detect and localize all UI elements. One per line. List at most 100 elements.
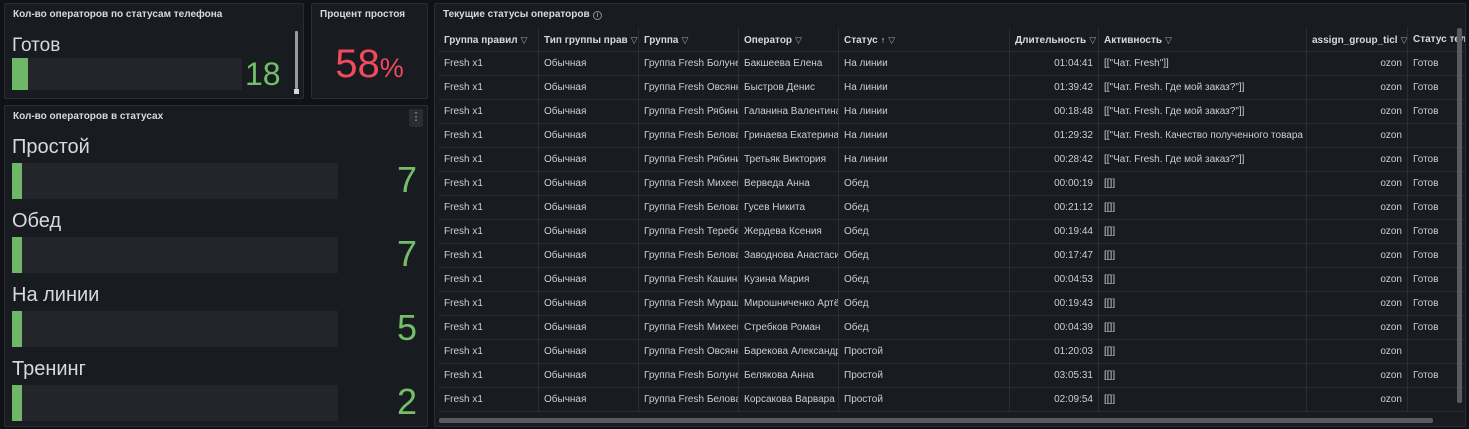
cell-operator: Верведа Анна (739, 172, 839, 196)
cell-rule-group: Fresh x1 (439, 124, 539, 148)
filter-icon[interactable]: ▽ (1089, 28, 1096, 52)
cell-status: Обед (839, 244, 1010, 268)
cell-rule-group: Fresh x1 (439, 292, 539, 316)
cell-operator: Третьяк Виктория (739, 148, 839, 172)
cell-group: Группа Fresh Михеев (639, 316, 739, 340)
info-icon[interactable]: i (593, 11, 602, 20)
table-row[interactable]: Fresh x1 Обычная Группа Fresh Рябини Галани… (439, 100, 1465, 124)
bar-fill (12, 58, 29, 90)
table-row[interactable]: Fresh x1 Обычная Группа Fresh Мураш Мирошни… (439, 292, 1465, 316)
filter-icon[interactable]: ▽ (631, 28, 638, 52)
cell-duration: 01:04:41 (1010, 52, 1099, 76)
phone-status-panel: Кол-во операторов по статусам телефона Г… (4, 3, 304, 99)
cell-group: Группа Fresh Болуне (639, 52, 739, 76)
table-header-row: Группа правил ▽ Тип группы прав ▽ Группа ▽ Опе… (439, 28, 1465, 52)
bar-fill (12, 311, 22, 347)
scrollbar[interactable] (295, 31, 298, 89)
cell-duration: 01:39:42 (1010, 76, 1099, 100)
bar-track (12, 58, 242, 90)
cell-status: На линии (839, 124, 1010, 148)
filter-icon[interactable]: ▽ (888, 28, 895, 52)
table-row[interactable]: Fresh x1 Обычная Группа Fresh Овсянн Быстро… (439, 76, 1465, 100)
cell-assign-group: ozon (1307, 364, 1408, 388)
cell-duration: 00:04:39 (1010, 316, 1099, 340)
column-header-group-type[interactable]: Тип группы прав ▽ (539, 28, 639, 52)
status-count-panel: Кол-во операторов в статусах ⋮ Простой 7 О… (4, 105, 428, 427)
column-header-assign-group[interactable]: assign_group_ticl ▽ (1307, 28, 1408, 52)
cell-group-type: Обычная (539, 76, 639, 100)
cell-rule-group: Fresh x1 (439, 220, 539, 244)
cell-operator: Галанина Валентина (739, 100, 839, 124)
cell-group-type: Обычная (539, 316, 639, 340)
filter-icon[interactable]: ▽ (1401, 28, 1407, 52)
column-header-activity[interactable]: Активность ▽ (1099, 28, 1307, 52)
cell-duration: 00:18:48 (1010, 100, 1099, 124)
filter-icon[interactable]: ▽ (1165, 28, 1172, 52)
cell-assign-group: ozon (1307, 148, 1408, 172)
cell-group-type: Обычная (539, 196, 639, 220)
table-row[interactable]: Fresh x1 Обычная Группа Fresh Кашина Кузина… (439, 268, 1465, 292)
cell-status: Обед (839, 220, 1010, 244)
column-header-status[interactable]: Статус ↑ ▽ (839, 28, 1010, 52)
cell-group-type: Обычная (539, 148, 639, 172)
table-row[interactable]: Fresh x1 Обычная Группа Fresh Теребе Жердев… (439, 220, 1465, 244)
cell-operator: Жердева Ксения (739, 220, 839, 244)
cell-duration: 00:28:42 (1010, 148, 1099, 172)
more-vertical-icon[interactable]: ⋮ (409, 109, 423, 127)
cell-activity: [["Чат. Fresh. Где мой заказ?"]] (1099, 148, 1307, 172)
table-row[interactable]: Fresh x1 Обычная Группа Fresh Михеев Стребк… (439, 316, 1465, 340)
sort-ascending-icon[interactable]: ↑ (881, 28, 886, 52)
cell-group: Группа Fresh Белова (639, 388, 739, 412)
cell-activity: [["Чат. Fresh. Качество полученного това… (1099, 124, 1307, 148)
bar-track (12, 385, 338, 421)
cell-group-type: Обычная (539, 220, 639, 244)
bar-track (12, 311, 338, 347)
table-row[interactable]: Fresh x1 Обычная Группа Fresh Болуне Беляко… (439, 364, 1465, 388)
table-row[interactable]: Fresh x1 Обычная Группа Fresh Овсянн Бареко… (439, 340, 1465, 364)
cell-duration: 00:19:44 (1010, 220, 1099, 244)
table-row[interactable]: Fresh x1 Обычная Группа Fresh Белова Корсак… (439, 388, 1465, 412)
cell-operator: Кузина Мария (739, 268, 839, 292)
cell-rule-group: Fresh x1 (439, 364, 539, 388)
cell-group: Группа Fresh Белова (639, 244, 739, 268)
cell-activity: [[]] (1099, 244, 1307, 268)
cell-duration: 00:17:47 (1010, 244, 1099, 268)
cell-duration: 00:00:19 (1010, 172, 1099, 196)
column-header-group[interactable]: Группа ▽ (639, 28, 739, 52)
cell-group: Группа Fresh Михеев (639, 172, 739, 196)
table-vertical-scrollbar[interactable] (1457, 28, 1462, 403)
cell-rule-group: Fresh x1 (439, 268, 539, 292)
table-row[interactable]: Fresh x1 Обычная Группа Fresh Белова Гусев … (439, 196, 1465, 220)
cell-rule-group: Fresh x1 (439, 148, 539, 172)
cell-operator: Барекова Александр (739, 340, 839, 364)
table-row[interactable]: Fresh x1 Обычная Группа Fresh Белова Заводн… (439, 244, 1465, 268)
filter-icon[interactable]: ▽ (795, 28, 802, 52)
table-row[interactable]: Fresh x1 Обычная Группа Fresh Михеев Вервед… (439, 172, 1465, 196)
cell-assign-group: ozon (1307, 268, 1408, 292)
cell-group: Группа Fresh Овсянн (639, 340, 739, 364)
cell-assign-group: ozon (1307, 76, 1408, 100)
table-horizontal-scrollbar[interactable] (439, 418, 1433, 423)
cell-activity: [[]] (1099, 196, 1307, 220)
cell-group: Группа Fresh Болуне (639, 364, 739, 388)
table-row[interactable]: Fresh x1 Обычная Группа Fresh Рябини Третья… (439, 148, 1465, 172)
filter-icon[interactable]: ▽ (521, 28, 528, 52)
table-row[interactable]: Fresh x1 Обычная Группа Fresh Болуне Бакшее… (439, 52, 1465, 76)
cell-activity: [[]] (1099, 316, 1307, 340)
filter-icon[interactable]: ▽ (681, 28, 688, 52)
column-header-operator[interactable]: Оператор ▽ (739, 28, 839, 52)
panel-title: Кол-во операторов в статусах (13, 111, 164, 122)
cell-activity: [[]] (1099, 172, 1307, 196)
bar-fill (12, 163, 22, 199)
column-header-rule-group[interactable]: Группа правил ▽ (439, 28, 539, 52)
bar-label: Готов (12, 35, 61, 56)
column-header-duration[interactable]: Длительность ▽ (1010, 28, 1099, 52)
cell-activity: [[]] (1099, 388, 1307, 412)
cell-duration: 02:09:54 (1010, 388, 1099, 412)
table-row[interactable]: Fresh x1 Обычная Группа Fresh Белова Гринае… (439, 124, 1465, 148)
cell-duration: 03:05:31 (1010, 364, 1099, 388)
cell-group-type: Обычная (539, 340, 639, 364)
cell-rule-group: Fresh x1 (439, 172, 539, 196)
cell-rule-group: Fresh x1 (439, 340, 539, 364)
cell-activity: [[]] (1099, 220, 1307, 244)
